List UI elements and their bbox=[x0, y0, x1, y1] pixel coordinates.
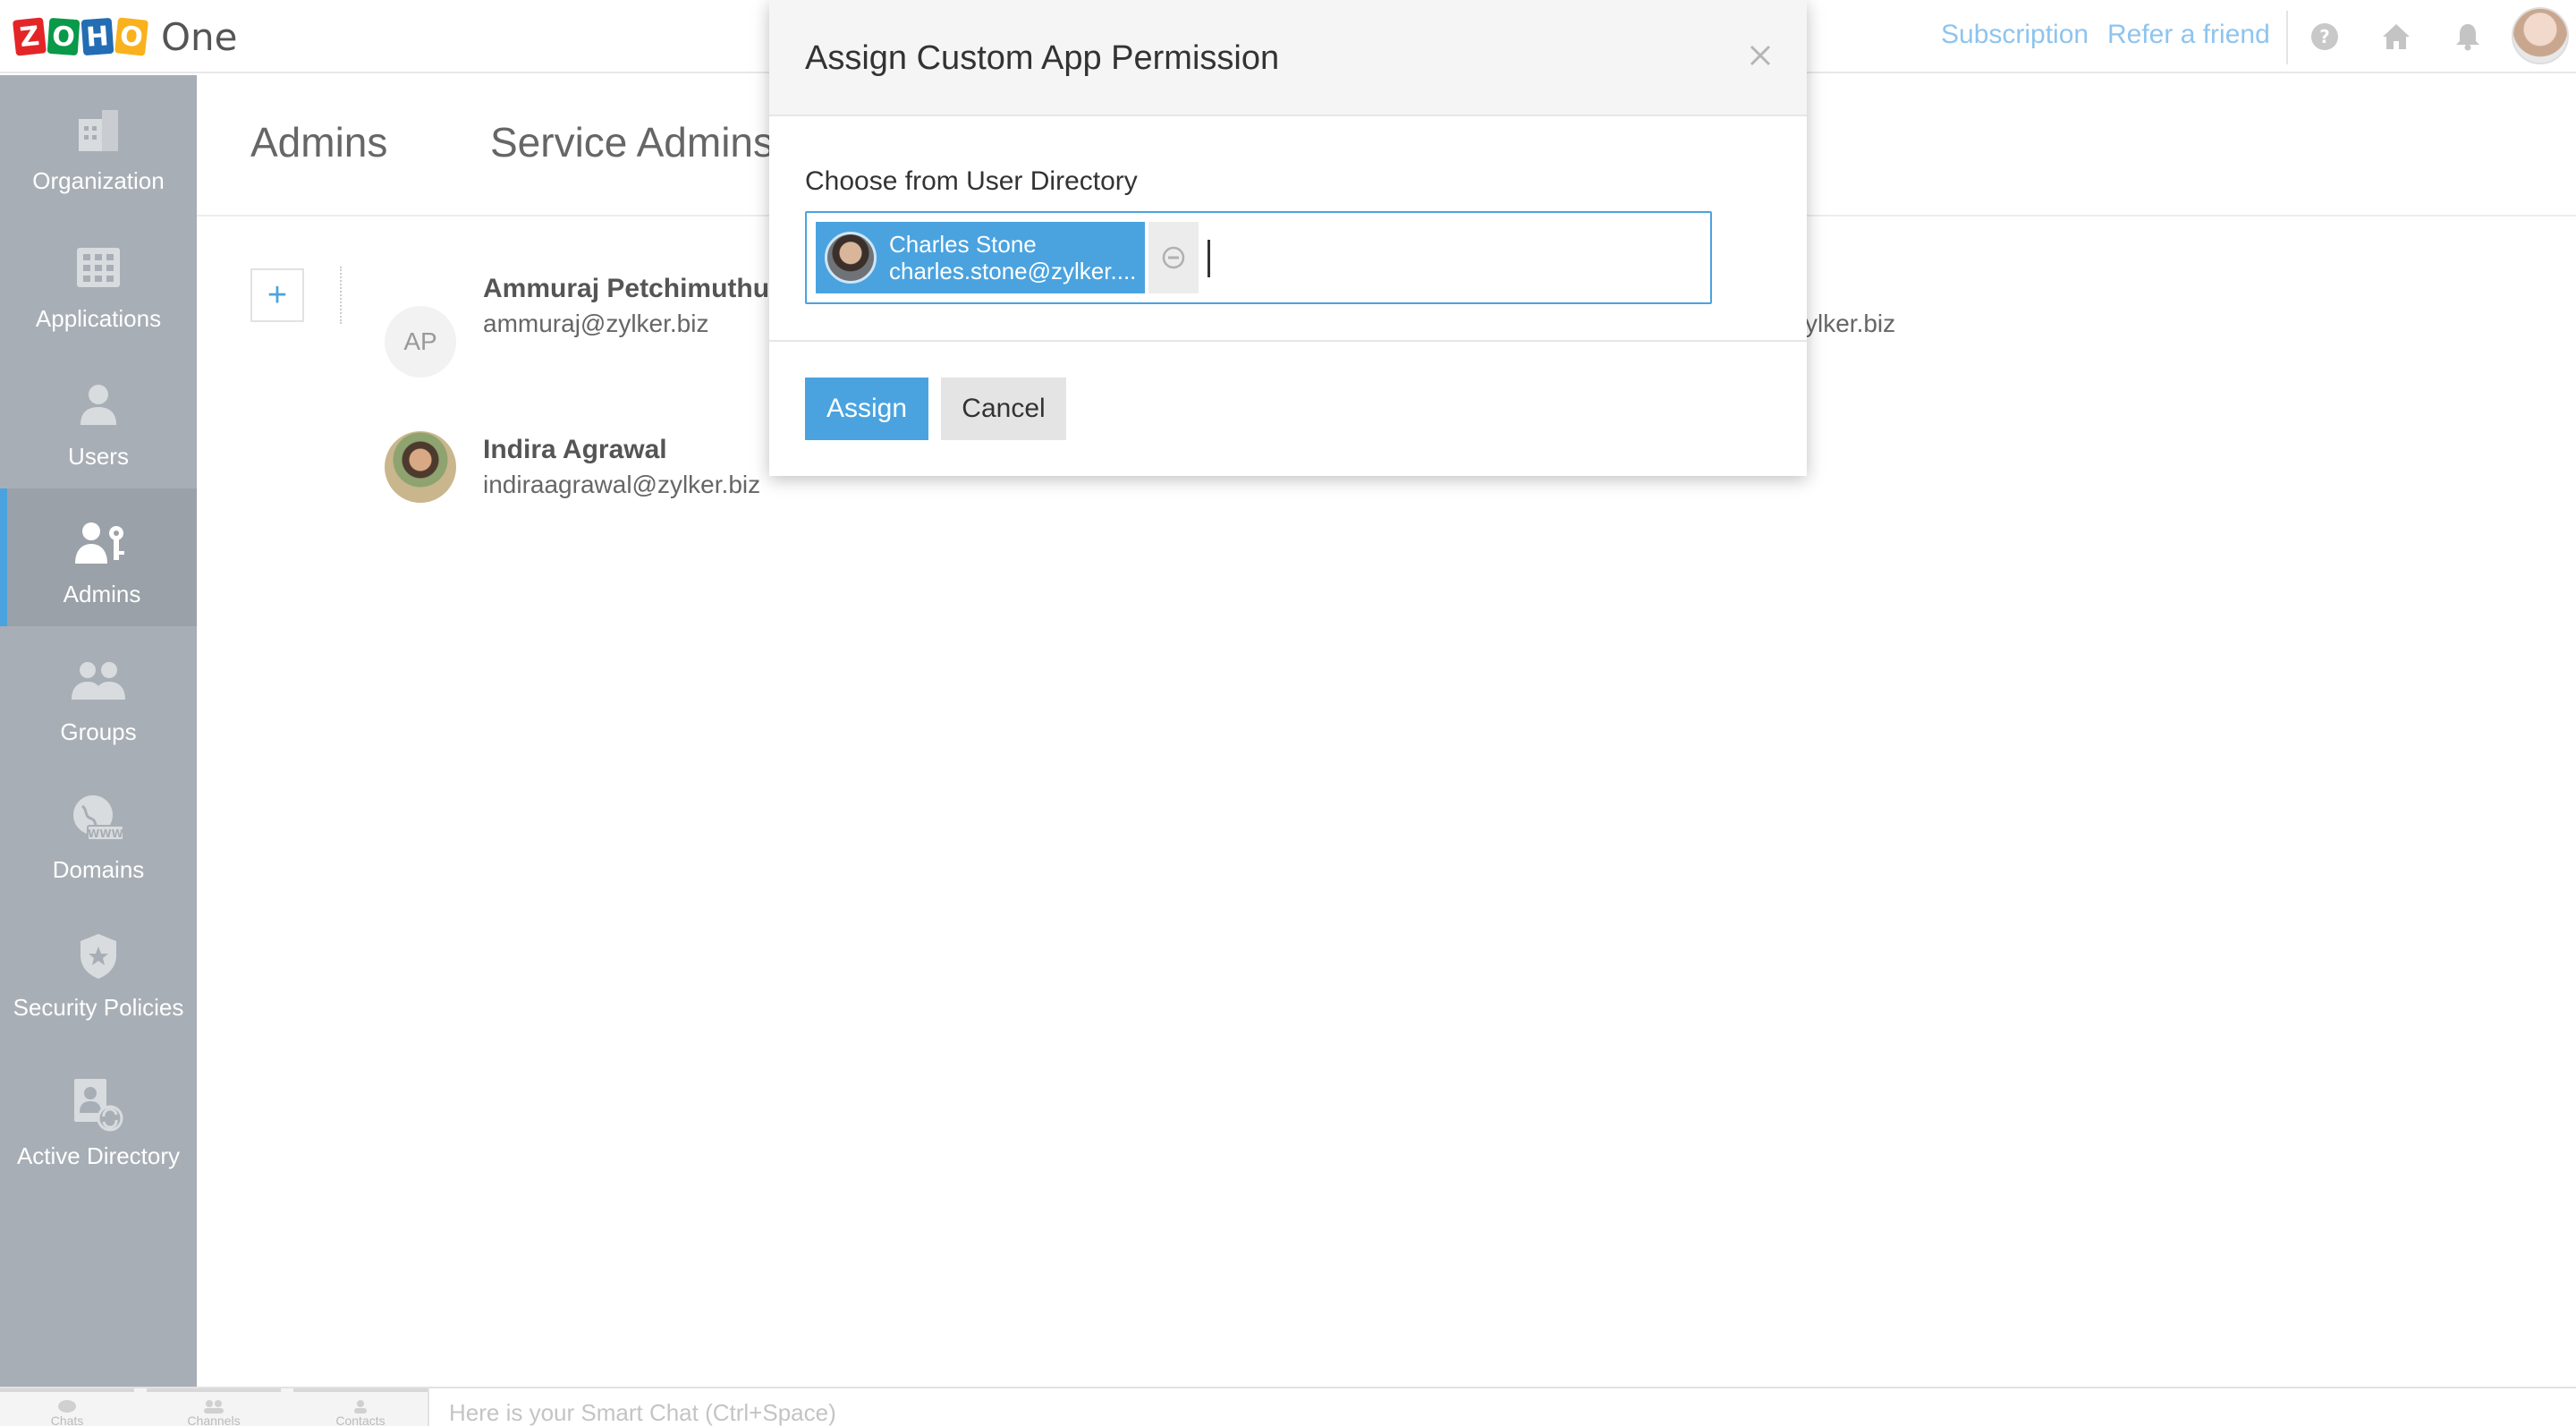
sidebar: Organization Applications Users Admins G… bbox=[0, 75, 197, 1387]
avatar bbox=[385, 431, 456, 503]
bottom-tab-label: Channels bbox=[187, 1413, 241, 1426]
directory-sync-icon bbox=[72, 1078, 125, 1132]
avatar bbox=[825, 232, 877, 284]
svg-text:WWW: WWW bbox=[88, 828, 123, 840]
admin-email: ammuraj@zylker.biz bbox=[483, 310, 709, 337]
sidebar-item-admins[interactable]: Admins bbox=[0, 488, 197, 626]
profile-avatar[interactable] bbox=[2512, 7, 2569, 64]
bell-icon[interactable] bbox=[2451, 20, 2485, 54]
sidebar-item-groups[interactable]: Groups bbox=[0, 626, 197, 764]
minus-circle-icon bbox=[1162, 246, 1185, 269]
tab-admins[interactable]: Admins bbox=[250, 118, 387, 166]
chip-text: Charles Stone charles.stone@zylker.... bbox=[889, 231, 1140, 284]
header-divider bbox=[2286, 11, 2288, 64]
admin-key-icon bbox=[75, 516, 129, 570]
cancel-button[interactable]: Cancel bbox=[941, 378, 1066, 440]
chat-icon bbox=[58, 1400, 76, 1413]
chip-user-name: Charles Stone bbox=[889, 231, 1037, 258]
admin-email: indiraagrawal@zylker.biz bbox=[483, 471, 761, 498]
logo-letter-o: O bbox=[47, 17, 80, 56]
dialog-divider bbox=[769, 340, 1807, 342]
bottom-chat-bar: Chats Channels Contacts Here is your Sma… bbox=[0, 1387, 2576, 1426]
sidebar-item-label: Security Policies bbox=[13, 994, 184, 1021]
assign-permission-dialog: Assign Custom App Permission Choose from… bbox=[769, 0, 1807, 476]
sidebar-item-label: Domains bbox=[52, 856, 145, 883]
sidebar-item-label: Users bbox=[68, 443, 129, 470]
bottom-tab-channels[interactable]: Channels bbox=[147, 1388, 281, 1426]
logo-letter-o2: O bbox=[114, 17, 148, 56]
assign-button[interactable]: Assign bbox=[805, 378, 928, 440]
svg-text:?: ? bbox=[2319, 26, 2330, 47]
chip-user-email: charles.stone@zylker.... bbox=[889, 258, 1137, 284]
close-icon[interactable] bbox=[1744, 39, 1776, 72]
shield-star-icon bbox=[72, 929, 125, 983]
sidebar-item-active-directory[interactable]: Active Directory bbox=[0, 1040, 197, 1188]
user-icon bbox=[72, 378, 125, 432]
admin-email-partial: ylker.biz bbox=[1805, 310, 1896, 337]
add-admin-button[interactable]: + bbox=[250, 268, 304, 322]
bottom-tab-label: Contacts bbox=[335, 1413, 386, 1426]
sidebar-item-label: Active Directory bbox=[16, 1142, 181, 1169]
building-icon bbox=[72, 103, 125, 157]
home-icon[interactable] bbox=[2379, 20, 2413, 54]
bottom-tab-label: Chats bbox=[50, 1413, 84, 1426]
text-caret bbox=[1208, 240, 1210, 277]
dialog-header: Assign Custom App Permission bbox=[769, 0, 1807, 116]
sidebar-item-security-policies[interactable]: Security Policies bbox=[0, 902, 197, 1040]
sidebar-item-label: Applications bbox=[35, 305, 162, 332]
logo-letter-h: H bbox=[80, 17, 114, 56]
admin-name[interactable]: Ammuraj Petchimuthu bbox=[483, 274, 769, 304]
globe-www-icon: WWW bbox=[72, 792, 125, 845]
bottom-tab-chats[interactable]: Chats bbox=[0, 1388, 134, 1426]
sidebar-item-applications[interactable]: Applications bbox=[0, 213, 197, 351]
avatar: AP bbox=[385, 306, 456, 378]
help-icon[interactable]: ? bbox=[2308, 20, 2342, 54]
contact-icon bbox=[354, 1400, 367, 1413]
selected-user-chip[interactable]: Charles Stone charles.stone@zylker.... bbox=[816, 222, 1145, 293]
sidebar-item-label: Admins bbox=[63, 581, 141, 607]
dialog-title: Assign Custom App Permission bbox=[805, 39, 1280, 77]
bottom-tab-contacts[interactable]: Contacts bbox=[293, 1388, 428, 1426]
refer-a-friend-link[interactable]: Refer a friend bbox=[2107, 20, 2270, 50]
channels-icon bbox=[204, 1400, 224, 1413]
logo-suffix: One bbox=[161, 14, 238, 59]
sidebar-item-label: Groups bbox=[60, 718, 137, 745]
vertical-separator bbox=[340, 267, 342, 324]
tab-service-admins[interactable]: Service Admins bbox=[490, 118, 774, 166]
sidebar-item-users[interactable]: Users bbox=[0, 351, 197, 488]
sidebar-item-label: Organization bbox=[32, 167, 165, 194]
smart-chat-input[interactable]: Here is your Smart Chat (Ctrl+Space) bbox=[428, 1388, 2576, 1426]
logo-letter-z: Z bbox=[13, 17, 47, 56]
zoho-one-logo[interactable]: Z O H O One bbox=[13, 14, 238, 59]
admin-name[interactable]: Indira Agrawal bbox=[483, 435, 667, 465]
sidebar-item-organization[interactable]: Organization bbox=[0, 75, 197, 213]
subscription-link[interactable]: Subscription bbox=[1941, 20, 2089, 50]
grid-icon bbox=[72, 241, 125, 294]
group-icon bbox=[72, 654, 125, 708]
user-directory-input[interactable]: Charles Stone charles.stone@zylker.... bbox=[805, 211, 1712, 304]
remove-chip-button[interactable] bbox=[1148, 222, 1199, 293]
sidebar-item-domains[interactable]: WWW Domains bbox=[0, 764, 197, 902]
field-label: Choose from User Directory bbox=[805, 166, 1138, 196]
